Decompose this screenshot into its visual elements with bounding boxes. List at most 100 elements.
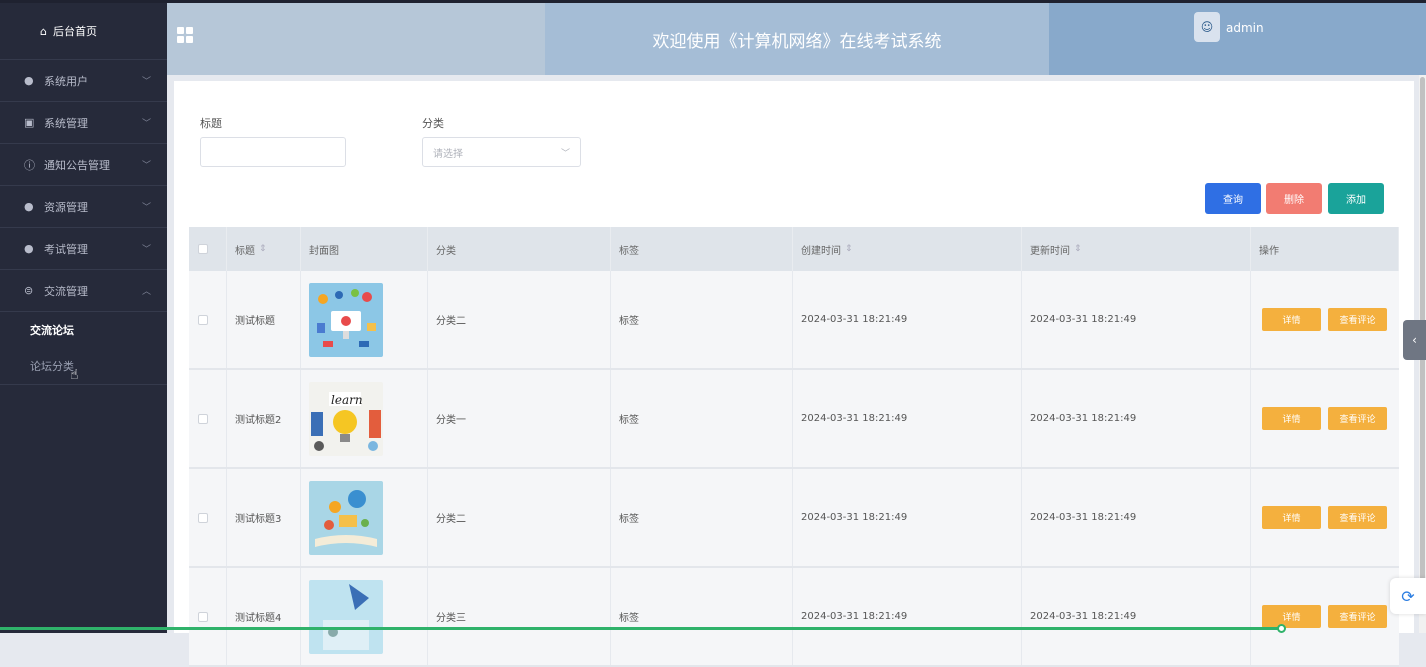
- row-checkbox[interactable]: [198, 413, 208, 424]
- table-header: 标题 ⇕ 封面图 分类 标签 创建时间 ⇕ 更新时间 ⇕ 操作: [189, 227, 1399, 271]
- progress-bar: [0, 627, 1282, 630]
- header-cell: 分类: [428, 227, 611, 271]
- data-table: 标题 ⇕ 封面图 分类 标签 创建时间 ⇕ 更新时间 ⇕ 操作 测试标题 分类二 标签…: [189, 227, 1399, 667]
- view-comments-button[interactable]: 查看评论: [1328, 506, 1387, 529]
- pointer-cursor-icon: ☝: [70, 367, 79, 383]
- row-title: 测试标题: [227, 271, 301, 368]
- row-tag: 标签: [611, 469, 793, 566]
- column-category: 分类: [436, 245, 456, 257]
- table-row: 测试标题3 分类二 标签 2024-03-31 18:21:49 2024-03…: [189, 469, 1399, 568]
- sidebar-home[interactable]: ⌂ 后台首页: [0, 3, 167, 59]
- column-actions: 操作: [1259, 245, 1279, 257]
- header: 欢迎使用《计算机网络》在线考试系统 ☺ admin: [167, 3, 1426, 75]
- category-filter-label: 分类: [422, 117, 444, 130]
- header-cell: 封面图: [301, 227, 428, 271]
- svg-text:learn: learn: [331, 393, 363, 407]
- floating-assistant-button[interactable]: ⟳: [1390, 578, 1426, 614]
- row-category: 分类二: [428, 271, 611, 368]
- sidebar-home-label: 后台首页: [52, 25, 97, 38]
- header-cell[interactable]: 标题 ⇕: [227, 227, 301, 271]
- column-title: 标题: [235, 245, 255, 257]
- cover-image: [309, 282, 383, 357]
- sidebar-subitem-forum[interactable]: 交流论坛: [0, 312, 167, 348]
- header-title: 欢迎使用《计算机网络》在线考试系统: [545, 3, 1049, 75]
- detail-button[interactable]: 详情: [1262, 605, 1321, 628]
- refresh-icon: ⟳: [1401, 586, 1415, 606]
- sort-icon[interactable]: ⇕: [259, 244, 267, 254]
- header-cell: 操作: [1251, 227, 1399, 271]
- sort-icon[interactable]: ⇕: [1074, 244, 1082, 254]
- sidebar-item-label: 通知公告管理: [44, 158, 110, 172]
- chevron-down-icon: ﹀: [141, 245, 151, 255]
- sort-icon[interactable]: ⇕: [845, 244, 853, 254]
- row-created: 2024-03-31 18:21:49: [793, 568, 1022, 665]
- query-button[interactable]: 查询: [1205, 183, 1261, 214]
- title-filter-label: 标题: [200, 117, 222, 130]
- chevron-left-icon: ‹: [1412, 333, 1417, 347]
- row-tag: 标签: [611, 370, 793, 467]
- username[interactable]: admin: [1226, 21, 1264, 35]
- sidebar-item-system[interactable]: ▣ 系统管理 ﹀: [0, 101, 167, 143]
- row-checkbox[interactable]: [198, 512, 208, 523]
- row-category: 分类一: [428, 370, 611, 467]
- chat-icon: ⊜: [24, 284, 34, 297]
- category-select[interactable]: 请选择 ﹀: [422, 137, 581, 167]
- view-comments-button[interactable]: 查看评论: [1328, 605, 1387, 628]
- sidebar-item-label: 交流管理: [44, 284, 88, 298]
- header-left: [167, 3, 545, 75]
- table-row: 测试标题 分类二 标签 2024-03-31 18:21:49 2024-03-…: [189, 271, 1399, 370]
- sidebar-item-label: 系统管理: [44, 116, 88, 130]
- header-cell[interactable]: 创建时间 ⇕: [793, 227, 1022, 271]
- row-created: 2024-03-31 18:21:49: [793, 271, 1022, 368]
- view-comments-button[interactable]: 查看评论: [1328, 407, 1387, 430]
- row-title: 测试标题2: [227, 370, 301, 467]
- exchange-submenu: 交流论坛 论坛分类: [0, 311, 167, 385]
- detail-button[interactable]: 详情: [1262, 506, 1321, 529]
- header-cell[interactable]: 更新时间 ⇕: [1022, 227, 1251, 271]
- table-row: 测试标题4 分类三 标签 2024-03-31 18:21:49 2024-03…: [189, 568, 1399, 667]
- sidebar-item-users[interactable]: ● 系统用户 ﹀: [0, 59, 167, 101]
- add-button[interactable]: 添加: [1328, 183, 1384, 214]
- progress-handle[interactable]: [1277, 624, 1286, 633]
- header-cell: 标签: [611, 227, 793, 271]
- sidebar-item-exams[interactable]: ● 考试管理 ﹀: [0, 227, 167, 269]
- avatar[interactable]: ☺: [1194, 12, 1220, 42]
- sidebar-item-notice[interactable]: ⓘ 通知公告管理 ﹀: [0, 143, 167, 185]
- row-category: 分类三: [428, 568, 611, 665]
- row-checkbox[interactable]: [198, 314, 208, 325]
- sidebar-item-label: 系统用户: [44, 74, 88, 88]
- chevron-down-icon: ﹀: [141, 77, 151, 87]
- menu-grid-icon[interactable]: [177, 27, 193, 43]
- chevron-down-icon: ﹀: [141, 161, 151, 171]
- row-updated: 2024-03-31 18:21:49: [1022, 568, 1251, 665]
- view-comments-button[interactable]: 查看评论: [1328, 308, 1387, 331]
- sidebar-subitem-forum-category[interactable]: 论坛分类: [0, 348, 167, 384]
- detail-button[interactable]: 详情: [1262, 407, 1321, 430]
- title-search-input[interactable]: [200, 137, 346, 167]
- row-checkbox[interactable]: [198, 611, 208, 622]
- row-title: 测试标题4: [227, 568, 301, 665]
- column-updated: 更新时间: [1030, 245, 1070, 257]
- header-user[interactable]: ☺ admin: [1049, 3, 1426, 75]
- info-icon: ⓘ: [24, 158, 35, 172]
- select-all-checkbox[interactable]: [198, 244, 208, 254]
- column-created: 创建时间: [801, 245, 841, 257]
- sidebar-item-exchange[interactable]: ⊜ 交流管理 ︿: [0, 269, 167, 311]
- category-select-placeholder: 请选择: [433, 148, 463, 160]
- delete-button[interactable]: 删除: [1266, 183, 1322, 214]
- table-row: 测试标题2 learn 分类一 标签 2024-03-31 18:21:49 2…: [189, 370, 1399, 469]
- location-icon: ●: [24, 200, 34, 213]
- sidebar-item-resources[interactable]: ● 资源管理 ﹀: [0, 185, 167, 227]
- detail-button[interactable]: 详情: [1262, 308, 1321, 331]
- column-tag: 标签: [619, 245, 639, 257]
- row-tag: 标签: [611, 568, 793, 665]
- chevron-down-icon: ﹀: [141, 119, 151, 129]
- row-updated: 2024-03-31 18:21:49: [1022, 271, 1251, 368]
- collapse-panel-tab[interactable]: ‹: [1403, 320, 1426, 360]
- location-icon: ●: [24, 242, 34, 255]
- user-icon: ●: [24, 74, 34, 87]
- header-cell: [189, 227, 227, 271]
- row-category: 分类二: [428, 469, 611, 566]
- row-title: 测试标题3: [227, 469, 301, 566]
- main-content: 标题 分类 请选择 ﹀ 查询 删除 添加 标题 ⇕ 封面图 分类 标签 创建时间 ⇕…: [174, 81, 1414, 667]
